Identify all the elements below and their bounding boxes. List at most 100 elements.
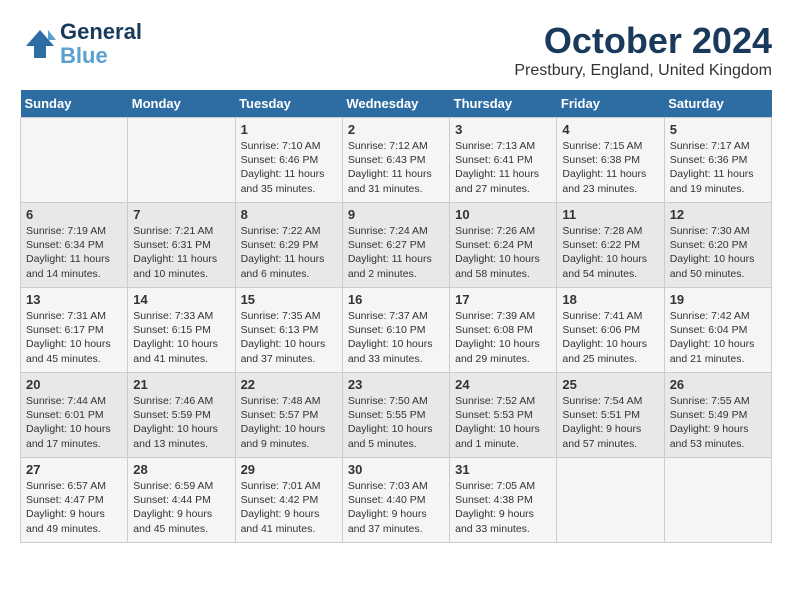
- cell-content: Sunrise: 7:30 AM Sunset: 6:20 PM Dayligh…: [670, 224, 766, 281]
- calendar-cell: 12 Sunrise: 7:30 AM Sunset: 6:20 PM Dayli…: [664, 203, 771, 288]
- weekday-header-sunday: Sunday: [21, 90, 128, 118]
- cell-content: Sunrise: 7:03 AM Sunset: 4:40 PM Dayligh…: [348, 479, 444, 536]
- page-header: General Blue October 2024 Prestbury, Eng…: [20, 20, 772, 80]
- day-number: 10: [455, 207, 551, 222]
- day-number: 29: [241, 462, 337, 477]
- calendar-cell: [21, 118, 128, 203]
- cell-content: Sunrise: 7:12 AM Sunset: 6:43 PM Dayligh…: [348, 139, 444, 196]
- week-row-3: 13 Sunrise: 7:31 AM Sunset: 6:17 PM Dayli…: [21, 288, 772, 373]
- calendar-cell: [664, 458, 771, 543]
- day-number: 26: [670, 377, 766, 392]
- cell-content: Sunrise: 7:33 AM Sunset: 6:15 PM Dayligh…: [133, 309, 229, 366]
- cell-content: Sunrise: 7:26 AM Sunset: 6:24 PM Dayligh…: [455, 224, 551, 281]
- cell-content: Sunrise: 7:31 AM Sunset: 6:17 PM Dayligh…: [26, 309, 122, 366]
- logo-icon: [20, 26, 56, 62]
- calendar-cell: 2Sunrise: 7:12 AM Sunset: 6:43 PM Daylig…: [342, 118, 449, 203]
- day-number: 17: [455, 292, 551, 307]
- calendar-cell: 28 Sunrise: 6:59 AM Sunset: 4:44 PM Dayli…: [128, 458, 235, 543]
- cell-content: Sunrise: 7:55 AM Sunset: 5:49 PM Dayligh…: [670, 394, 766, 451]
- day-number: 18: [562, 292, 658, 307]
- cell-content: Sunrise: 7:10 AM Sunset: 6:46 PM Dayligh…: [241, 139, 337, 196]
- cell-content: Sunrise: 7:48 AM Sunset: 5:57 PM Dayligh…: [241, 394, 337, 451]
- cell-content: Sunrise: 7:37 AM Sunset: 6:10 PM Dayligh…: [348, 309, 444, 366]
- cell-content: Sunrise: 7:21 AM Sunset: 6:31 PM Dayligh…: [133, 224, 229, 281]
- week-row-2: 6Sunrise: 7:19 AM Sunset: 6:34 PM Daylig…: [21, 203, 772, 288]
- calendar-cell: 22 Sunrise: 7:48 AM Sunset: 5:57 PM Dayli…: [235, 373, 342, 458]
- calendar-cell: 30 Sunrise: 7:03 AM Sunset: 4:40 PM Dayli…: [342, 458, 449, 543]
- day-number: 16: [348, 292, 444, 307]
- calendar-cell: 3Sunrise: 7:13 AM Sunset: 6:41 PM Daylig…: [450, 118, 557, 203]
- calendar-cell: [557, 458, 664, 543]
- day-number: 23: [348, 377, 444, 392]
- calendar-cell: 17 Sunrise: 7:39 AM Sunset: 6:08 PM Dayli…: [450, 288, 557, 373]
- calendar-cell: 29Sunrise: 7:01 AM Sunset: 4:42 PM Dayli…: [235, 458, 342, 543]
- calendar-cell: [128, 118, 235, 203]
- cell-content: Sunrise: 7:05 AM Sunset: 4:38 PM Dayligh…: [455, 479, 551, 536]
- weekday-header-wednesday: Wednesday: [342, 90, 449, 118]
- day-number: 27: [26, 462, 122, 477]
- cell-content: Sunrise: 7:46 AM Sunset: 5:59 PM Dayligh…: [133, 394, 229, 451]
- calendar-cell: 26 Sunrise: 7:55 AM Sunset: 5:49 PM Dayli…: [664, 373, 771, 458]
- day-number: 15: [241, 292, 337, 307]
- day-number: 14: [133, 292, 229, 307]
- weekday-header-saturday: Saturday: [664, 90, 771, 118]
- calendar-cell: 7 Sunrise: 7:21 AM Sunset: 6:31 PM Daylig…: [128, 203, 235, 288]
- calendar-cell: 18 Sunrise: 7:41 AM Sunset: 6:06 PM Dayli…: [557, 288, 664, 373]
- day-number: 6: [26, 207, 122, 222]
- week-row-5: 27 Sunrise: 6:57 AM Sunset: 4:47 PM Dayli…: [21, 458, 772, 543]
- cell-content: Sunrise: 6:59 AM Sunset: 4:44 PM Dayligh…: [133, 479, 229, 536]
- week-row-4: 20 Sunrise: 7:44 AM Sunset: 6:01 PM Dayli…: [21, 373, 772, 458]
- logo-line1: General: [60, 19, 142, 44]
- day-number: 13: [26, 292, 122, 307]
- logo-line2: Blue: [60, 43, 108, 68]
- day-number: 28: [133, 462, 229, 477]
- calendar-cell: 21 Sunrise: 7:46 AM Sunset: 5:59 PM Dayli…: [128, 373, 235, 458]
- cell-content: Sunrise: 7:42 AM Sunset: 6:04 PM Dayligh…: [670, 309, 766, 366]
- cell-content: Sunrise: 7:50 AM Sunset: 5:55 PM Dayligh…: [348, 394, 444, 451]
- calendar-cell: 13 Sunrise: 7:31 AM Sunset: 6:17 PM Dayli…: [21, 288, 128, 373]
- cell-content: Sunrise: 7:52 AM Sunset: 5:53 PM Dayligh…: [455, 394, 551, 451]
- day-number: 4: [562, 122, 658, 137]
- calendar-cell: 1Sunrise: 7:10 AM Sunset: 6:46 PM Daylig…: [235, 118, 342, 203]
- logo: General Blue: [20, 20, 142, 68]
- weekday-header-thursday: Thursday: [450, 90, 557, 118]
- calendar-cell: 10 Sunrise: 7:26 AM Sunset: 6:24 PM Dayli…: [450, 203, 557, 288]
- day-number: 12: [670, 207, 766, 222]
- day-number: 11: [562, 207, 658, 222]
- weekday-header-row: SundayMondayTuesdayWednesdayThursdayFrid…: [21, 90, 772, 118]
- calendar-cell: 15Sunrise: 7:35 AM Sunset: 6:13 PM Dayli…: [235, 288, 342, 373]
- cell-content: Sunrise: 7:41 AM Sunset: 6:06 PM Dayligh…: [562, 309, 658, 366]
- week-row-1: 1Sunrise: 7:10 AM Sunset: 6:46 PM Daylig…: [21, 118, 772, 203]
- calendar-cell: 23 Sunrise: 7:50 AM Sunset: 5:55 PM Dayli…: [342, 373, 449, 458]
- calendar-cell: 20 Sunrise: 7:44 AM Sunset: 6:01 PM Dayli…: [21, 373, 128, 458]
- day-number: 7: [133, 207, 229, 222]
- calendar-cell: 4Sunrise: 7:15 AM Sunset: 6:38 PM Daylig…: [557, 118, 664, 203]
- calendar-cell: 16 Sunrise: 7:37 AM Sunset: 6:10 PM Dayli…: [342, 288, 449, 373]
- title-block: October 2024 Prestbury, England, United …: [514, 20, 772, 80]
- day-number: 24: [455, 377, 551, 392]
- cell-content: Sunrise: 7:17 AM Sunset: 6:36 PM Dayligh…: [670, 139, 766, 196]
- location: Prestbury, England, United Kingdom: [514, 62, 772, 80]
- calendar-cell: 9Sunrise: 7:24 AM Sunset: 6:27 PM Daylig…: [342, 203, 449, 288]
- calendar-cell: 31Sunrise: 7:05 AM Sunset: 4:38 PM Dayli…: [450, 458, 557, 543]
- calendar-cell: 19Sunrise: 7:42 AM Sunset: 6:04 PM Dayli…: [664, 288, 771, 373]
- cell-content: Sunrise: 7:13 AM Sunset: 6:41 PM Dayligh…: [455, 139, 551, 196]
- weekday-header-tuesday: Tuesday: [235, 90, 342, 118]
- day-number: 21: [133, 377, 229, 392]
- cell-content: Sunrise: 7:44 AM Sunset: 6:01 PM Dayligh…: [26, 394, 122, 451]
- calendar-cell: 25 Sunrise: 7:54 AM Sunset: 5:51 PM Dayli…: [557, 373, 664, 458]
- cell-content: Sunrise: 7:22 AM Sunset: 6:29 PM Dayligh…: [241, 224, 337, 281]
- cell-content: Sunrise: 6:57 AM Sunset: 4:47 PM Dayligh…: [26, 479, 122, 536]
- day-number: 20: [26, 377, 122, 392]
- day-number: 9: [348, 207, 444, 222]
- cell-content: Sunrise: 7:39 AM Sunset: 6:08 PM Dayligh…: [455, 309, 551, 366]
- weekday-header-monday: Monday: [128, 90, 235, 118]
- day-number: 30: [348, 462, 444, 477]
- day-number: 5: [670, 122, 766, 137]
- calendar-cell: 6Sunrise: 7:19 AM Sunset: 6:34 PM Daylig…: [21, 203, 128, 288]
- calendar-table: SundayMondayTuesdayWednesdayThursdayFrid…: [20, 90, 772, 543]
- day-number: 25: [562, 377, 658, 392]
- cell-content: Sunrise: 7:54 AM Sunset: 5:51 PM Dayligh…: [562, 394, 658, 451]
- calendar-cell: 5 Sunrise: 7:17 AM Sunset: 6:36 PM Daylig…: [664, 118, 771, 203]
- day-number: 22: [241, 377, 337, 392]
